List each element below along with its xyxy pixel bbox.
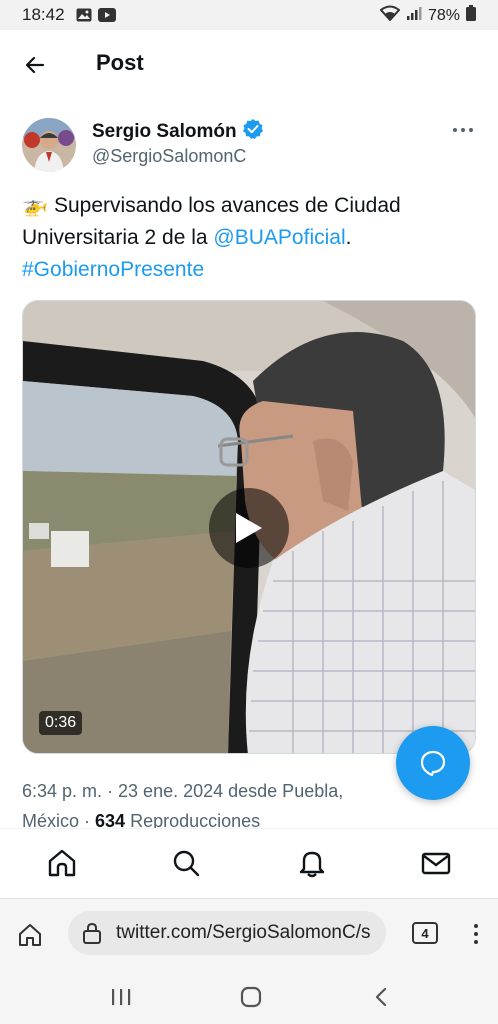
- browser-menu-button[interactable]: [466, 919, 486, 949]
- author-handle[interactable]: @SergioSalomonC: [92, 146, 246, 167]
- gallery-icon: [76, 8, 92, 27]
- signal-icon: [406, 5, 422, 26]
- play-button[interactable]: [209, 488, 289, 568]
- video-player[interactable]: 0:36: [22, 300, 476, 754]
- battery-icon: [466, 5, 476, 26]
- tab-count: 4: [421, 925, 429, 941]
- status-bar: 18:42 78%: [0, 0, 498, 30]
- bottom-nav: [0, 828, 498, 898]
- notifications-icon: [299, 851, 325, 878]
- avatar[interactable]: [22, 118, 76, 172]
- battery-text: 78%: [427, 6, 460, 24]
- dot: [461, 128, 465, 132]
- home-outline-icon: [19, 924, 41, 946]
- mention-link[interactable]: @BUAPoficial: [213, 226, 345, 249]
- home-system-button[interactable]: [236, 982, 266, 1012]
- dot: [474, 932, 478, 936]
- author-name[interactable]: Sergio Salomón: [92, 118, 264, 146]
- chevron-left-icon: [375, 987, 387, 1007]
- dot: [474, 924, 478, 928]
- tweet-end: .: [345, 226, 352, 249]
- browser-toolbar: twitter.com/SergioSalomonC/s 4: [0, 898, 498, 968]
- helicopter-emoji: 🚁: [22, 194, 49, 217]
- arrow-left-icon: [25, 56, 45, 74]
- messages-icon: [421, 852, 451, 875]
- author-name-text[interactable]: Sergio Salomón: [92, 121, 237, 143]
- tab-switcher-button[interactable]: 4: [412, 922, 438, 944]
- back-button[interactable]: [18, 48, 52, 82]
- post-meta: 6:34 p. m. · 23 ene. 2024 desde Puebla, …: [22, 776, 402, 836]
- reply-fab-button[interactable]: [396, 726, 470, 800]
- back-system-button[interactable]: [366, 982, 396, 1012]
- search-icon: [173, 850, 200, 877]
- youtube-icon: [98, 8, 116, 27]
- post-header: Post: [0, 30, 498, 98]
- dot: [469, 128, 473, 132]
- address-bar[interactable]: twitter.com/SergioSalomonC/s: [68, 911, 386, 955]
- home-circle-icon: [240, 986, 262, 1008]
- url-text[interactable]: twitter.com/SergioSalomonC/s: [116, 922, 371, 944]
- page-title: Post: [96, 50, 144, 75]
- dot: [453, 128, 457, 132]
- status-right: 78%: [379, 5, 476, 26]
- home-icon: [48, 849, 76, 877]
- play-icon: [236, 513, 262, 543]
- wifi-icon: [379, 5, 401, 26]
- nav-home-button[interactable]: [44, 845, 80, 881]
- recent-apps-button[interactable]: [106, 982, 136, 1012]
- system-navigation: [0, 968, 498, 1024]
- dot: [474, 940, 478, 944]
- video-duration: 0:36: [39, 711, 83, 735]
- status-time: 18:42: [22, 5, 65, 24]
- recent-apps-icon: [112, 989, 131, 1005]
- nav-messages-button[interactable]: [418, 845, 454, 881]
- hashtag-link[interactable]: #GobiernoPresente: [22, 258, 204, 281]
- browser-home-button[interactable]: [14, 919, 46, 951]
- more-options-button[interactable]: [448, 118, 478, 142]
- lock-icon: [80, 921, 104, 950]
- chat-bubble-icon: [420, 750, 446, 777]
- verified-badge-icon: [242, 118, 264, 146]
- nav-search-button[interactable]: [168, 845, 204, 881]
- tweet-text: 🚁 Supervisando los avances de Ciudad Uni…: [22, 190, 478, 286]
- nav-notifications-button[interactable]: [294, 845, 330, 881]
